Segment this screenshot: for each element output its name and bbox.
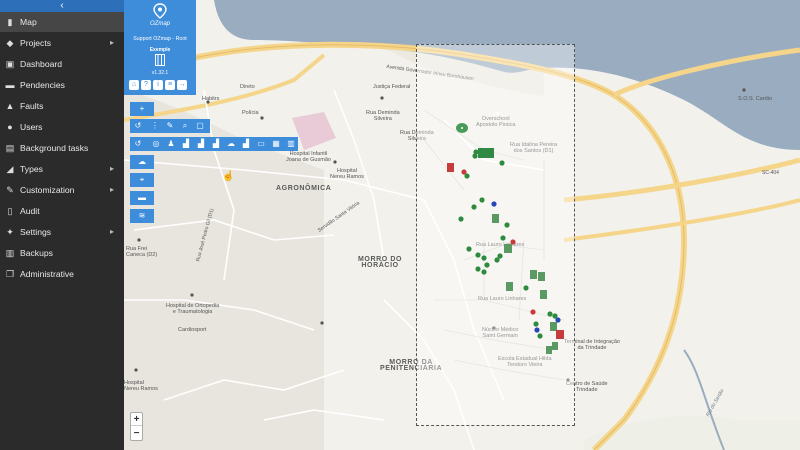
sidebar-item-label: Administrative <box>20 269 74 279</box>
sidebar-item-administrative[interactable]: ❐ Administrative <box>0 264 124 284</box>
sidebar-item-faults[interactable]: ▲ Faults <box>0 96 124 116</box>
location-pin-button[interactable]: ⌖ <box>130 173 154 187</box>
sidebar-item-label: Projects <box>20 38 52 48</box>
sidebar-item-label: Types <box>20 164 43 174</box>
map-book-icon <box>155 54 165 66</box>
briefcase-icon: ◆ <box>6 38 14 48</box>
building-tool-icon[interactable]: ▟ <box>179 137 193 151</box>
sidebar-item-label: Pendencies <box>20 80 65 90</box>
sidebar-item-projects[interactable]: ◆ Projects ▸ <box>0 33 124 53</box>
grid-tool-icon[interactable]: ▦ <box>269 137 283 151</box>
database-icon: ▥ <box>5 248 15 258</box>
wifi-button[interactable]: ≋ <box>130 209 154 223</box>
home-icon[interactable]: ⌂ <box>129 80 139 90</box>
ozmap-logo-icon <box>153 3 167 19</box>
warning-icon: ▲ <box>5 101 15 111</box>
info-icon[interactable]: i <box>153 80 163 90</box>
file-icon: ▯ <box>7 206 13 216</box>
sidebar-item-settings[interactable]: ✦ Settings ▸ <box>0 222 124 242</box>
app-logo-text: OZmap <box>149 21 170 27</box>
sidebar-item-audit[interactable]: ▯ Audit <box>0 201 124 221</box>
building-tool-3-icon[interactable]: ▟ <box>209 137 223 151</box>
chevron-right-icon: ▸ <box>110 38 115 47</box>
rotate-icon[interactable]: ↺ <box>131 137 145 151</box>
chevron-right-icon: ▸ <box>110 164 115 173</box>
edit-toolbar: ↺ ⋮ ✎ ⌕ ▢ <box>130 119 210 133</box>
layers-icon[interactable]: ≡ <box>165 80 175 90</box>
cloud-upload-button[interactable]: ☁ <box>130 155 154 169</box>
sidebar-item-map[interactable]: ▮ Map <box>0 12 124 32</box>
building-tool-5-icon[interactable]: ▥ <box>284 137 298 151</box>
zoom-in-button[interactable]: + <box>131 413 142 426</box>
circle-tool-icon[interactable]: ◎ <box>149 137 163 151</box>
vehicle-button[interactable]: ▬ <box>130 191 154 205</box>
sidebar-item-types[interactable]: ◢ Types ▸ <box>0 159 124 179</box>
person-tool-icon[interactable]: ♟ <box>164 137 178 151</box>
pencil-icon: ✎ <box>6 185 14 195</box>
building-tool-2-icon[interactable]: ▟ <box>194 137 208 151</box>
map-icon: ▮ <box>7 17 13 27</box>
select-area-icon[interactable]: ▢ <box>193 119 207 133</box>
sidebar-item-label: Users <box>20 122 43 132</box>
chevron-right-icon: ▸ <box>110 227 115 236</box>
tasks-icon: ▤ <box>5 143 15 153</box>
mouse-cursor-icon: ☝ <box>222 171 235 182</box>
car-icon: ▬ <box>5 80 15 90</box>
building-tool-4-icon[interactable]: ▟ <box>239 137 253 151</box>
red-pin-markers <box>461 169 536 315</box>
dashboard-icon: ▣ <box>5 59 15 69</box>
project-name: Exemple <box>149 47 171 53</box>
zoom-out-button[interactable]: − <box>131 427 142 440</box>
sidebar-item-label: Map <box>20 17 37 27</box>
tag-icon: ◢ <box>6 164 14 174</box>
cloud-tool-icon[interactable]: ☁ <box>224 137 238 151</box>
logout-icon[interactable]: → <box>177 80 187 90</box>
add-element-button[interactable]: + <box>130 102 154 116</box>
card-tool-icon[interactable]: ▭ <box>254 137 268 151</box>
sidebar-item-label: Background tasks <box>20 143 89 153</box>
sidebar-item-label: Settings <box>20 227 52 237</box>
zoom-control: + − <box>130 412 143 441</box>
sidebar-item-backups[interactable]: ▥ Backups <box>0 243 124 263</box>
sidebar-item-label: Backups <box>20 248 53 258</box>
sidebar-item-customization[interactable]: ✎ Customization ▸ <box>0 180 124 200</box>
sidebar-item-label: Faults <box>20 101 44 111</box>
search-icon[interactable]: ⌕ <box>178 119 192 133</box>
vertical-dots-icon[interactable]: ⋮ <box>148 119 162 133</box>
sidebar: ‹ ▮ Map ◆ Projects ▸ ▣ Dashboard ▬ Pendencies ▲ Fa… <box>0 0 124 450</box>
wrench-icon: ✦ <box>6 227 14 237</box>
project-info-panel: OZmap Support OZmap - Root Exemple v1.32… <box>124 0 196 95</box>
sidebar-collapse-button[interactable]: ‹ <box>0 0 124 12</box>
sidebar-item-background-tasks[interactable]: ▤ Background tasks <box>0 138 124 158</box>
sidebar-item-pendencies[interactable]: ▬ Pendencies <box>0 75 124 95</box>
pencil-icon[interactable]: ✎ <box>163 119 177 133</box>
copy-icon: ❐ <box>5 269 15 279</box>
help-icon[interactable]: ? <box>141 80 151 90</box>
draw-toolbar: ↺ ◎ ♟ ▟ ▟ ▟ ☁ ▟ ▭ ▦ ▥ <box>130 137 298 151</box>
user-icon: ● <box>7 122 13 132</box>
sidebar-item-label: Dashboard <box>20 59 63 69</box>
app-version: v1.32.1 <box>151 70 169 76</box>
support-user-label: Support OZmap - Root <box>133 36 187 42</box>
sidebar-item-label: Customization <box>20 185 75 195</box>
undo-icon[interactable]: ↺ <box>131 119 145 133</box>
sidebar-item-dashboard[interactable]: ▣ Dashboard <box>0 54 124 74</box>
sidebar-item-users[interactable]: ● Users <box>0 117 124 137</box>
sidebar-item-label: Audit <box>20 206 40 216</box>
chevron-right-icon: ▸ <box>110 185 115 194</box>
